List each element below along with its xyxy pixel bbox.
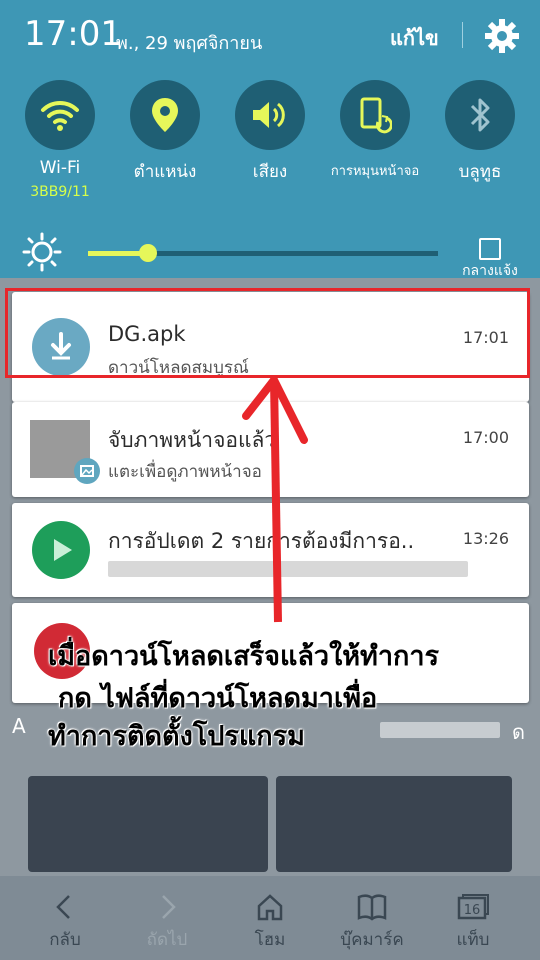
location-icon bbox=[152, 98, 178, 132]
browser-bottom-nav: กลับ ถัดไป โฮม บุ๊คมาร์ค 16 แท็บ bbox=[0, 876, 540, 960]
wifi-toggle[interactable] bbox=[25, 80, 95, 150]
bookmark-button[interactable]: บุ๊คมาร์ค bbox=[327, 892, 417, 953]
home-button[interactable]: โฮม bbox=[225, 892, 315, 953]
wifi-icon bbox=[41, 100, 79, 131]
image-icon bbox=[74, 458, 100, 484]
forward-icon bbox=[162, 895, 176, 919]
instruction-line-3: ทำการติดตั้งโปรแกรม bbox=[48, 721, 305, 752]
instruction-line-2: กด ไฟล์ที่ดาวน์โหลดมาเพื่อ bbox=[58, 683, 378, 714]
home-icon bbox=[257, 894, 283, 921]
divider bbox=[462, 22, 463, 48]
rotate-icon bbox=[360, 97, 392, 134]
play-store-icon bbox=[32, 521, 90, 579]
status-date: พ., 29 พฤศจิกายน bbox=[116, 33, 263, 54]
forward-label: ถัดไป bbox=[146, 930, 188, 950]
outdoor-label: กลางแจ้ง bbox=[462, 263, 518, 279]
rotation-label: การหมุนหน้าจอ bbox=[330, 164, 420, 179]
back-icon bbox=[56, 895, 70, 919]
forward-button[interactable]: ถัดไป bbox=[122, 892, 212, 953]
edit-button[interactable]: แก้ไข bbox=[390, 22, 439, 54]
tabs-button[interactable]: 16 แท็บ bbox=[428, 892, 518, 953]
sound-toggle[interactable] bbox=[235, 80, 305, 150]
blurred-text bbox=[380, 722, 500, 738]
notification-time: 13:26 bbox=[462, 529, 509, 548]
tabs-label: แท็บ bbox=[456, 930, 490, 950]
bluetooth-toggle[interactable] bbox=[445, 80, 515, 150]
arrow-annotation bbox=[242, 376, 308, 623]
back-label: กลับ bbox=[49, 930, 81, 950]
brightness-icon bbox=[22, 232, 62, 272]
gear-icon[interactable] bbox=[484, 18, 520, 54]
tabs-icon: 16 bbox=[457, 894, 489, 920]
wifi-label: Wi-Fi bbox=[39, 158, 81, 178]
highlight-box bbox=[5, 288, 530, 378]
bookmark-icon bbox=[357, 894, 387, 921]
bluetooth-icon bbox=[470, 98, 490, 132]
bookmark-label: บุ๊คมาร์ค bbox=[340, 930, 404, 950]
tabs-count: 16 bbox=[464, 903, 481, 918]
action-button-right[interactable] bbox=[276, 776, 512, 872]
quick-settings-panel: 17:01 พ., 29 พฤศจิกายน แก้ไข Wi-Fi 3BB9/… bbox=[0, 0, 540, 279]
notification-subtitle: แตะเพื่อดูภาพหน้าจอ bbox=[108, 462, 262, 482]
sound-label: เสียง bbox=[252, 162, 288, 182]
location-label: ตำแหน่ง bbox=[133, 162, 197, 182]
home-label: โฮม bbox=[254, 930, 286, 950]
partial-text-right: ด bbox=[512, 720, 525, 744]
outdoor-checkbox[interactable] bbox=[479, 238, 501, 260]
rotation-toggle[interactable] bbox=[340, 80, 410, 150]
back-button[interactable]: กลับ bbox=[20, 892, 110, 953]
location-toggle[interactable] bbox=[130, 80, 200, 150]
status-time: 17:01 bbox=[24, 14, 122, 54]
wifi-network-name: 3BB9/11 bbox=[30, 184, 90, 200]
partial-text-left: A bbox=[12, 714, 26, 738]
action-button-left[interactable] bbox=[28, 776, 268, 872]
bluetooth-label: บลูทูธ bbox=[458, 162, 502, 182]
brightness-handle[interactable] bbox=[138, 244, 157, 262]
notification-time: 17:00 bbox=[462, 428, 509, 447]
volume-icon bbox=[253, 102, 285, 128]
instruction-line-1: เมื่อดาวน์โหลดเสร็จแล้วให้ทำการ bbox=[48, 641, 440, 672]
